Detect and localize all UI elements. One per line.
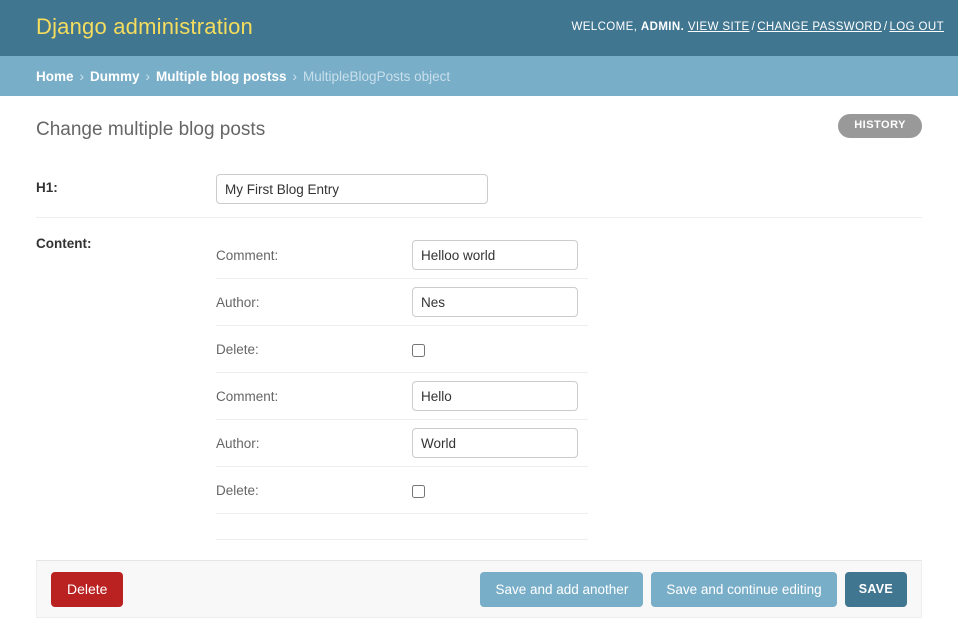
author-label: Author: — [216, 294, 260, 310]
page-title: Change multiple blog posts — [36, 119, 266, 140]
save-and-continue-button[interactable]: Save and continue editing — [651, 571, 837, 607]
content-section-label: Content: — [36, 236, 92, 251]
author-label: Author: — [216, 435, 260, 451]
history-button[interactable]: HISTORY — [838, 114, 922, 138]
breadcrumb-separator: › — [145, 68, 151, 84]
site-header: Django administration WELCOME, ADMIN. VI… — [0, 0, 958, 56]
comment-field-box — [412, 240, 588, 270]
content-area: Change multiple blog posts HISTORY H1: C… — [0, 96, 958, 618]
user-tools: WELCOME, ADMIN. VIEW SITE / CHANGE PASSWOR… — [571, 21, 944, 33]
delete-checkbox[interactable] — [412, 343, 425, 357]
delete-button[interactable]: Delete — [51, 571, 124, 607]
change-form: H1: Content: Comment: Author: — [36, 158, 922, 618]
site-title: Django administration — [36, 14, 253, 39]
page-header-row: Change multiple blog posts HISTORY — [36, 96, 922, 158]
log-out-link[interactable]: LOG OUT — [889, 21, 944, 33]
delete-label: Delete: — [216, 482, 259, 498]
breadcrumb-separator: › — [292, 68, 298, 84]
breadcrumb-item-multiple-blog-postss[interactable]: Multiple blog postss — [156, 69, 287, 84]
save-and-add-another-button[interactable]: Save and add another — [480, 571, 644, 607]
username-text: ADMIN. — [640, 21, 685, 33]
h1-field-label: H1: — [36, 180, 58, 195]
delete-field-box — [412, 341, 588, 357]
breadcrumb: Home › Dummy › Multiple blog postss › Mu… — [0, 56, 958, 96]
inline-section-content: Content: Comment: Author: Delete: — [36, 218, 922, 540]
object-tools: HISTORY — [838, 114, 922, 138]
h1-input[interactable] — [216, 174, 488, 204]
submit-row: Delete Save and add another Save and con… — [36, 560, 922, 618]
breadcrumb-item-dummy[interactable]: Dummy — [90, 69, 140, 84]
h1-field-box — [216, 174, 922, 204]
author-field-box — [412, 287, 588, 317]
comment-label: Comment: — [216, 388, 279, 404]
inline-section-end-divider — [216, 514, 588, 540]
author-input[interactable] — [412, 287, 578, 317]
delete-field-box — [412, 482, 588, 498]
inline-row-author: Author: — [216, 279, 588, 326]
breadcrumb-separator: › — [79, 68, 85, 84]
view-site-link[interactable]: VIEW SITE — [688, 21, 750, 33]
breadcrumb-item-home[interactable]: Home — [36, 69, 74, 84]
inline-row-delete: Delete: — [216, 467, 588, 514]
comment-input[interactable] — [412, 381, 578, 411]
author-input[interactable] — [412, 428, 578, 458]
form-row-h1: H1: — [36, 162, 922, 218]
welcome-text: WELCOME, — [571, 21, 638, 33]
inline-row-author: Author: — [216, 420, 588, 467]
comment-field-box — [412, 381, 588, 411]
change-password-link[interactable]: CHANGE PASSWORD — [757, 21, 882, 33]
branding: Django administration — [36, 13, 253, 41]
comment-input[interactable] — [412, 240, 578, 270]
inline-row-comment: Comment: — [216, 232, 588, 279]
breadcrumb-item-current: MultipleBlogPosts object — [303, 68, 451, 84]
inline-row-comment: Comment: — [216, 373, 588, 420]
save-button[interactable]: SAVE — [844, 571, 907, 607]
comment-label: Comment: — [216, 247, 279, 263]
author-field-box — [412, 428, 588, 458]
inline-row-delete: Delete: — [216, 326, 588, 373]
inline-group-list: Comment: Author: Delete: — [216, 232, 588, 540]
delete-checkbox[interactable] — [412, 484, 425, 498]
delete-label: Delete: — [216, 341, 259, 357]
